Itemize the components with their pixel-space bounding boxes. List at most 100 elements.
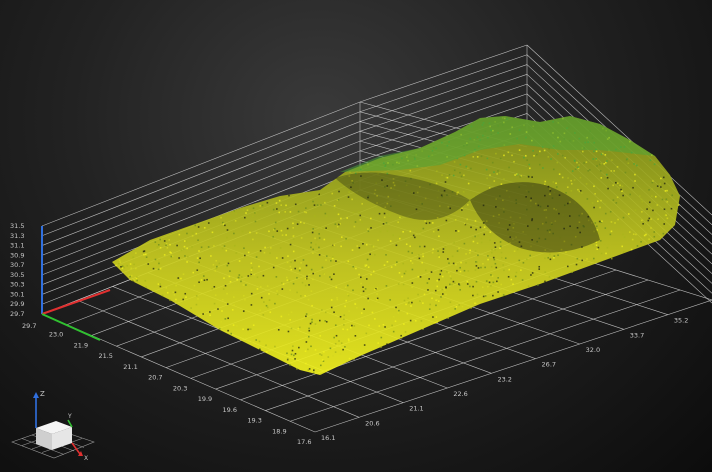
cloud-point xyxy=(336,225,339,228)
cloud-point xyxy=(325,227,327,229)
cloud-point xyxy=(281,257,284,259)
back-grid-line xyxy=(359,64,528,122)
cloud-point xyxy=(609,210,612,213)
cloud-point xyxy=(251,266,253,269)
cloud-point xyxy=(265,350,268,353)
cloud-point xyxy=(641,200,644,203)
cloud-point xyxy=(663,223,666,225)
cloud-point xyxy=(115,264,117,267)
cloud-point xyxy=(276,230,279,232)
cloud-point xyxy=(397,312,400,314)
y-tick-label: 33.7 xyxy=(630,331,644,339)
cloud-point xyxy=(346,328,349,331)
cloud-point xyxy=(651,195,653,197)
cloud-point xyxy=(444,289,446,291)
cloud-point xyxy=(634,209,637,211)
cloud-point xyxy=(263,301,265,303)
cloud-point xyxy=(459,288,461,291)
origin-axes xyxy=(41,226,111,341)
view-cube-widget[interactable]: Z Y X xyxy=(6,384,98,466)
cloud-point xyxy=(285,234,287,236)
cloud-point xyxy=(226,264,229,267)
cloud-point xyxy=(518,149,521,151)
cloud-point xyxy=(580,192,583,194)
cloud-point xyxy=(664,190,667,192)
3d-viewport[interactable]: 29.7 23.0 21.9 21.5 21.1 20.7 20.3 19.9 19.6 19.… xyxy=(0,0,712,472)
cloud-point xyxy=(281,234,284,236)
cloud-point xyxy=(389,299,391,301)
cloud-point xyxy=(241,276,243,278)
cloud-point xyxy=(466,218,468,221)
cloud-point xyxy=(258,340,261,343)
cloud-point xyxy=(398,272,401,274)
cloud-point xyxy=(367,228,369,230)
cloud-point xyxy=(488,187,491,189)
cloud-point xyxy=(154,258,157,261)
cloud-point xyxy=(465,165,468,168)
cloud-point xyxy=(474,235,476,238)
cloud-point xyxy=(553,257,555,259)
cloud-point xyxy=(359,219,362,221)
cloud-point xyxy=(304,278,307,280)
cloud-point xyxy=(544,257,546,260)
cloud-point xyxy=(304,350,307,353)
cloud-point xyxy=(472,285,474,288)
cloud-point xyxy=(200,246,203,249)
cloud-point xyxy=(586,258,588,260)
view-cube-box[interactable] xyxy=(36,421,72,450)
cloud-point xyxy=(321,359,324,361)
cloud-point xyxy=(299,267,301,270)
scene-svg[interactable]: 29.7 23.0 21.9 21.5 21.1 20.7 20.3 19.9 19.6 19.… xyxy=(0,0,712,472)
cloud-point xyxy=(292,250,295,253)
cloud-point xyxy=(331,192,334,195)
cloud-point xyxy=(329,347,332,350)
cloud-point xyxy=(177,277,180,279)
cloud-point xyxy=(169,243,171,246)
cloud-point xyxy=(441,174,443,176)
cloud-point xyxy=(520,174,523,177)
cloud-point xyxy=(272,235,274,238)
cloud-point xyxy=(411,252,413,254)
cloud-point xyxy=(383,345,385,348)
cloud-point xyxy=(656,204,659,206)
cloud-point xyxy=(583,162,585,164)
cloud-point xyxy=(489,239,491,242)
cloud-point xyxy=(246,338,249,341)
cloud-point xyxy=(362,243,364,245)
cloud-point xyxy=(508,268,511,271)
cloud-point xyxy=(294,267,297,270)
cloud-point xyxy=(489,174,491,176)
cloud-point xyxy=(532,150,534,152)
cloud-point xyxy=(367,297,369,300)
cloud-point xyxy=(592,257,595,260)
cloud-point xyxy=(269,247,272,249)
view-cube-z-arrow-icon xyxy=(33,392,39,398)
cloud-point xyxy=(194,224,197,227)
cloud-point xyxy=(653,235,656,238)
cloud-point xyxy=(480,266,482,269)
cloud-point xyxy=(330,245,333,248)
cloud-point xyxy=(630,248,633,251)
cloud-point xyxy=(525,258,528,261)
cloud-point xyxy=(335,334,338,337)
cloud-point xyxy=(395,244,398,247)
cloud-point xyxy=(312,248,315,251)
cloud-point xyxy=(278,211,281,214)
cloud-point xyxy=(303,211,306,213)
cloud-point xyxy=(289,318,291,321)
cloud-point xyxy=(593,185,595,188)
cloud-point xyxy=(463,174,465,177)
cloud-point xyxy=(319,225,322,228)
cloud-point xyxy=(389,240,392,242)
cloud-point xyxy=(299,221,302,224)
cloud-point xyxy=(527,176,530,178)
cloud-point xyxy=(600,199,602,202)
cloud-point xyxy=(278,199,281,202)
cloud-point xyxy=(536,153,538,156)
cloud-point xyxy=(345,238,347,240)
cloud-point xyxy=(320,204,322,206)
cloud-point xyxy=(312,227,315,230)
cloud-point xyxy=(243,247,245,250)
cloud-point xyxy=(502,294,505,296)
cloud-point xyxy=(197,239,199,242)
